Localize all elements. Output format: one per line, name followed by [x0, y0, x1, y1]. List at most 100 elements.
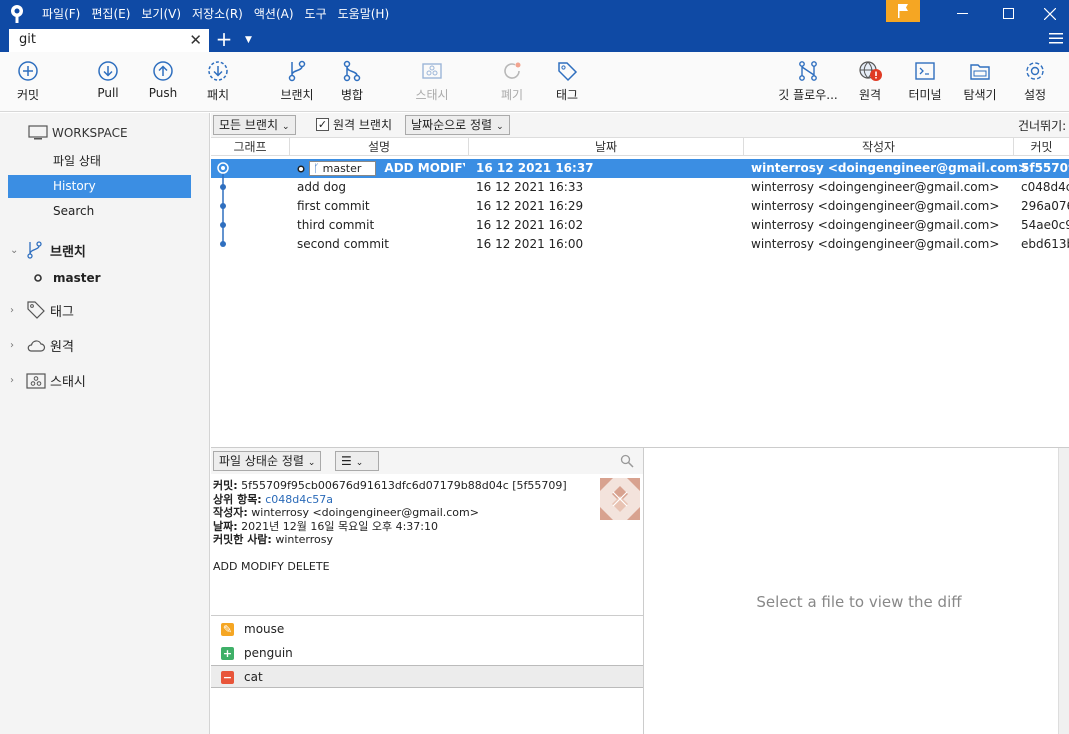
search-icon[interactable] — [620, 454, 634, 468]
column-graph[interactable]: 그래프 — [211, 138, 290, 156]
commit-button[interactable]: 커밋 — [0, 60, 58, 103]
fetch-label: 패치 — [206, 88, 230, 102]
hamburger-menu-icon[interactable] — [1049, 31, 1063, 45]
sidebar: WORKSPACE 파일 상태 History Search ⌄ 브랜치 mas… — [0, 113, 210, 734]
flag-icon[interactable] — [886, 0, 920, 22]
explorer-button[interactable]: 탐색기 — [950, 60, 1010, 103]
commit-message: ADD MODIFY DELETE — [384, 161, 465, 175]
discard-button[interactable]: 폐기 — [482, 60, 542, 103]
new-tab-button[interactable]: + — [214, 27, 234, 52]
sidebar-section-tags[interactable]: › 태그 — [10, 300, 74, 320]
close-tab-icon[interactable]: ✕ — [189, 31, 202, 49]
menu-view[interactable]: 보기(V) — [141, 5, 181, 22]
stash-button[interactable]: 스태시 — [402, 60, 462, 103]
branch-label: 브랜치 — [280, 88, 314, 102]
file-item-penguin[interactable]: + penguin — [211, 642, 643, 665]
terminal-button[interactable]: 터미널 — [895, 60, 955, 103]
commit-row[interactable]: add dog 16 12 2021 16:33 winterrosy <doi… — [211, 178, 1069, 197]
fetch-dashed-circle-icon — [208, 61, 228, 81]
stash-box-icon — [422, 63, 442, 79]
commit-row[interactable]: ᚴmaster ADD MODIFY DELETE 16 12 2021 16:3… — [211, 159, 1069, 178]
commit-message-full: ADD MODIFY DELETE — [213, 559, 330, 573]
file-sort-dropdown[interactable]: 파일 상태순 정렬 ⌄ — [213, 451, 322, 471]
file-name: cat — [244, 670, 263, 684]
commit-list-header: 그래프 설명 날짜 작성자 커밋 — [211, 137, 1069, 156]
sidebar-section-stashes[interactable]: › 스태시 — [10, 371, 86, 390]
minimize-button[interactable] — [939, 0, 985, 27]
file-item-cat[interactable]: − cat — [211, 665, 643, 688]
commit-row[interactable]: third commit 16 12 2021 16:02 winterrosy… — [211, 216, 1069, 235]
tag-button[interactable]: 태그 — [537, 60, 597, 103]
diff-scrollbar[interactable] — [1058, 448, 1069, 734]
chevron-right-icon[interactable]: › — [10, 375, 22, 386]
branch-label-text: master — [322, 162, 362, 175]
close-window-button[interactable] — [1031, 0, 1069, 27]
commit-hash: ebd613b — [1021, 237, 1069, 251]
current-branch-icon — [34, 274, 42, 282]
commit-description: add dog — [297, 180, 346, 194]
branch-small-icon: ᚴ — [313, 162, 320, 175]
menu-file[interactable]: 파일(F) — [42, 5, 80, 22]
commit-description: third commit — [297, 218, 375, 232]
changed-files-list: ✎ mouse + penguin − cat — [211, 615, 643, 734]
menu-actions[interactable]: 액션(A) — [254, 5, 294, 22]
sort-dropdown[interactable]: 날짜순으로 정렬 ⌄ — [405, 115, 510, 135]
added-plus-icon: + — [221, 647, 234, 660]
menu-edit[interactable]: 편집(E) — [91, 5, 130, 22]
chevron-right-icon[interactable]: › — [10, 305, 22, 316]
commit-row[interactable]: second commit 16 12 2021 16:00 winterros… — [211, 235, 1069, 254]
repo-tab[interactable]: git ✕ — [9, 29, 209, 52]
detail-committer: 커밋한 사람: winterrosy — [213, 533, 334, 546]
sidebar-item-history[interactable]: History — [8, 175, 191, 198]
column-description[interactable]: 설명 — [290, 138, 469, 156]
diff-pane: Select a file to view the diff — [644, 448, 1058, 734]
merge-icon — [343, 60, 361, 82]
commit-description: first commit — [297, 199, 370, 213]
remote-button[interactable]: 원격 — [840, 60, 900, 103]
checkbox-checked-icon[interactable]: ✓ — [316, 118, 329, 131]
file-item-mouse[interactable]: ✎ mouse — [211, 618, 643, 641]
tab-list-chevron-icon[interactable]: ▼ — [245, 27, 252, 54]
pull-button[interactable]: Pull — [78, 60, 138, 100]
column-date[interactable]: 날짜 — [469, 138, 744, 156]
sidebar-item-search[interactable]: Search — [8, 200, 191, 223]
menu-bar: 파일(F) 편집(E) 보기(V) 저장소(R) 액션(A) 도구 도움말(H) — [42, 0, 400, 27]
commit-author: winterrosy <doingengineer@gmail.com> — [751, 161, 1028, 175]
workspace-label: WORKSPACE — [52, 126, 128, 140]
remote-branches-checkbox[interactable]: ✓ 원격 브랜치 — [316, 116, 392, 133]
branch-master-label: master — [53, 271, 101, 285]
sidebar-branch-master[interactable]: master — [33, 271, 101, 285]
branch-icon — [27, 241, 42, 259]
commit-row[interactable]: first commit 16 12 2021 16:29 winterrosy… — [211, 197, 1069, 216]
column-author[interactable]: 작성자 — [744, 138, 1014, 156]
list-view-icon: ☰ — [341, 454, 352, 468]
settings-button[interactable]: 설정 — [1005, 60, 1065, 103]
parent-commit-link[interactable]: c048d4c57a — [265, 493, 333, 506]
branch-button[interactable]: 브랜치 — [267, 60, 327, 103]
cloud-icon — [27, 339, 46, 352]
menu-help[interactable]: 도움말(H) — [338, 5, 390, 22]
fetch-button[interactable]: 패치 — [188, 60, 248, 103]
menu-tools[interactable]: 도구 — [305, 5, 327, 22]
pull-label: Pull — [97, 86, 119, 100]
chevron-down-icon[interactable]: ⌄ — [10, 245, 22, 256]
sidebar-section-branches[interactable]: ⌄ 브랜치 — [10, 240, 86, 260]
tag-icon — [558, 62, 578, 82]
column-commit[interactable]: 커밋 — [1014, 138, 1069, 156]
commit-date: 16 12 2021 16:02 — [476, 218, 584, 232]
file-name: mouse — [244, 622, 285, 636]
avatar — [600, 478, 640, 520]
push-button[interactable]: Push — [133, 60, 193, 100]
view-mode-dropdown[interactable]: ☰ ⌄ — [335, 451, 379, 471]
maximize-button[interactable] — [985, 0, 1031, 27]
menu-repository[interactable]: 저장소(R) — [192, 5, 243, 22]
merge-button[interactable]: 병합 — [322, 60, 382, 103]
sidebar-section-remotes[interactable]: › 원격 — [10, 336, 74, 355]
deleted-minus-icon: − — [221, 671, 234, 684]
folder-icon — [970, 64, 990, 80]
chevron-down-icon: ⌄ — [282, 122, 290, 132]
chevron-right-icon[interactable]: › — [10, 340, 22, 351]
gitflow-button[interactable]: 깃 플로우... — [774, 60, 842, 103]
sidebar-item-file-status[interactable]: 파일 상태 — [8, 150, 191, 173]
all-branches-dropdown[interactable]: 모든 브랜치 ⌄ — [213, 115, 296, 135]
